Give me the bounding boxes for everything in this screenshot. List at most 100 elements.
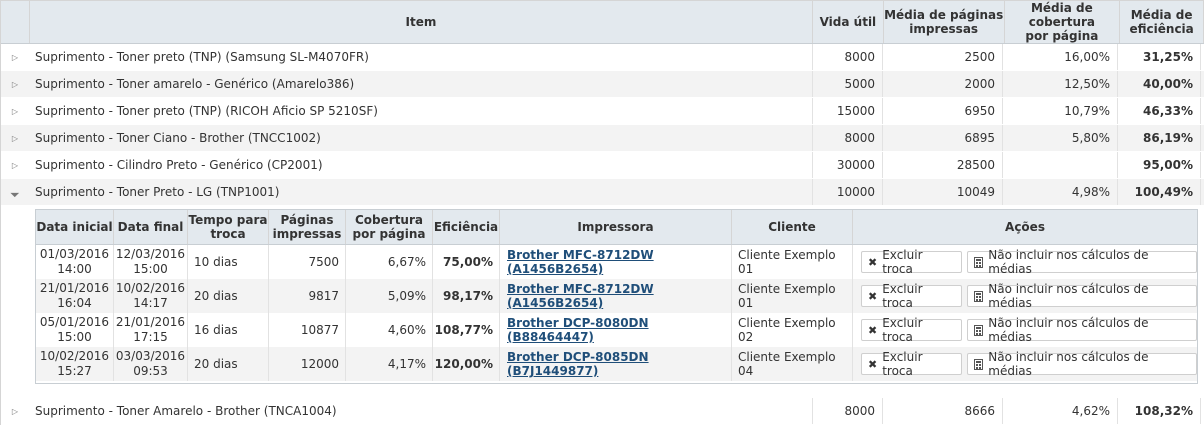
cell-impressora: Brother DCP-8085DN (B7J1449877) <box>500 347 732 381</box>
cell-data-inicial: 05/01/2016 15:00 <box>36 313 114 347</box>
date: 10/02/2016 <box>115 281 186 295</box>
nao-incluir-button[interactable]: Não incluir nos cálculos de médias <box>966 316 1197 344</box>
cell-item: Suprimento - Cilindro Preto - Genérico (… <box>29 152 813 178</box>
cell-acoes: ✖ Excluir troca Não incluir nos cálculos … <box>853 347 1197 381</box>
col-data-final-header[interactable]: Data final <box>114 210 188 244</box>
table-row[interactable]: ▷ Suprimento - Toner amarelo - Genérico … <box>1 71 1204 98</box>
col-paginas-header[interactable]: Páginas impressas <box>269 210 346 244</box>
excluir-troca-button[interactable]: ✖ Excluir troca <box>861 350 962 378</box>
col-item-header[interactable]: Item <box>30 1 813 43</box>
expand-toggle[interactable]: ▷ <box>1 98 29 124</box>
cell-media-eficiencia: 100,49% <box>1118 179 1201 205</box>
time: 15:00 <box>57 330 92 344</box>
cell-paginas: 10877 <box>269 313 346 347</box>
col-impressora-header[interactable]: Impressora <box>500 210 732 244</box>
col-media-eficiencia-header[interactable]: Média de eficiência <box>1120 1 1204 43</box>
col-vida-util-header[interactable]: Vida útil <box>813 1 884 43</box>
cell-paginas: 12000 <box>269 347 346 381</box>
cell-item: Suprimento - Toner preto (TNP) (RICOH Af… <box>29 98 813 124</box>
col-media-cobertura-header[interactable]: Média de cobertura por página <box>1005 1 1121 43</box>
excluir-troca-label: Excluir troca <box>882 316 923 344</box>
col-vida-util-label: Vida útil <box>819 15 877 29</box>
cell-acoes: ✖ Excluir troca Não incluir nos cálculos … <box>853 279 1197 313</box>
col-media-cobertura-label: Média de cobertura por página <box>1005 1 1120 43</box>
cell-vida-util: 8000 <box>813 44 883 70</box>
cell-cobertura: 4,17% <box>346 347 433 381</box>
nao-incluir-button[interactable]: Não incluir nos cálculos de médias <box>966 282 1197 310</box>
cell-vida-util: 10000 <box>813 179 883 205</box>
expand-toggle[interactable]: ▷ <box>1 71 29 97</box>
expand-toggle[interactable]: ▷ <box>1 44 29 70</box>
excluir-troca-button[interactable]: ✖ Excluir troca <box>861 248 962 276</box>
x-icon: ✖ <box>868 289 878 303</box>
expand-toggle[interactable]: ▷ <box>1 398 29 424</box>
cell-data-inicial: 21/01/2016 16:04 <box>36 279 114 313</box>
table-row-expanded[interactable]: ◢ Suprimento - Toner Preto - LG (TNP1001… <box>1 179 1204 206</box>
col-eficiencia-header[interactable]: Eficiência <box>433 210 500 244</box>
table-row[interactable]: ▷ Suprimento - Cilindro Preto - Genérico… <box>1 152 1204 179</box>
col-tempo-troca-header[interactable]: Tempo para troca <box>188 210 269 244</box>
table-row[interactable]: ▷ Suprimento - Toner Amarelo - Brother (… <box>1 398 1204 425</box>
cell-media-eficiencia: 95,00% <box>1118 152 1201 178</box>
impressora-link[interactable]: Brother MFC-8712DW (A1456B2654) <box>507 248 731 276</box>
cell-paginas: 9817 <box>269 279 346 313</box>
impressora-link[interactable]: Brother MFC-8712DW (A1456B2654) <box>507 282 731 310</box>
cell-eficiencia: 98,17% <box>433 279 500 313</box>
cell-media-paginas: 10049 <box>883 179 1003 205</box>
time: 16:04 <box>57 296 92 310</box>
date: 12/03/2016 <box>115 247 186 261</box>
col-media-cobertura-line1: Média de cobertura <box>1028 1 1096 29</box>
impressora-link[interactable]: Brother DCP-8085DN (B7J1449877) <box>507 350 731 378</box>
cell-vida-util: 30000 <box>813 152 883 178</box>
col-data-inicial-header[interactable]: Data inicial <box>36 210 114 244</box>
expand-toggle[interactable]: ▷ <box>1 152 29 178</box>
cell-vida-util: 15000 <box>813 98 883 124</box>
cell-impressora: Brother MFC-8712DW (A1456B2654) <box>500 279 732 313</box>
cell-acoes: ✖ Excluir troca Não incluir nos cálculos … <box>853 313 1197 347</box>
expand-column-header <box>1 1 30 43</box>
collapse-toggle[interactable]: ◢ <box>1 179 29 205</box>
detail-table-row: 21/01/2016 16:04 10/02/2016 14:17 20 dias … <box>36 279 1197 313</box>
caret-right-icon[interactable]: ▷ <box>12 53 18 62</box>
caret-right-icon[interactable]: ▷ <box>12 407 18 416</box>
col-media-eficiencia-line1: Média de <box>1130 8 1193 22</box>
calculator-icon <box>973 324 984 336</box>
col-cliente-header[interactable]: Cliente <box>732 210 853 244</box>
table-row[interactable]: ▷ Suprimento - Toner preto (TNP) (RICOH … <box>1 98 1204 125</box>
caret-down-icon[interactable]: ◢ <box>10 187 21 198</box>
caret-right-icon[interactable]: ▷ <box>12 161 18 170</box>
time: 15:00 <box>133 262 168 276</box>
impressora-link[interactable]: Brother DCP-8080DN (B88464447) <box>507 316 731 344</box>
detail-row: Data inicial Data final Tempo para troca … <box>1 206 1204 396</box>
table-row[interactable]: ▷ Suprimento - Toner Ciano - Brother (TN… <box>1 125 1204 152</box>
cell-cobertura: 4,60% <box>346 313 433 347</box>
calculator-icon <box>973 290 984 302</box>
time: 09:53 <box>133 364 168 378</box>
time: 17:15 <box>133 330 168 344</box>
col-cobertura-header[interactable]: Cobertura por página <box>346 210 433 244</box>
expand-toggle[interactable]: ▷ <box>1 125 29 151</box>
caret-right-icon[interactable]: ▷ <box>12 134 18 143</box>
detail-grid: Data inicial Data final Tempo para troca … <box>35 209 1198 384</box>
cell-tempo: 10 dias <box>188 245 269 279</box>
excluir-troca-button[interactable]: ✖ Excluir troca <box>861 282 962 310</box>
cell-data-final: 12/03/2016 15:00 <box>114 245 188 279</box>
supplies-grid: Item Vida útil Média de páginas impressas… <box>0 0 1204 425</box>
excluir-troca-button[interactable]: ✖ Excluir troca <box>861 316 962 344</box>
cell-media-paginas: 6950 <box>883 98 1003 124</box>
date: 01/03/2016 <box>39 247 110 261</box>
table-row[interactable]: ▷ Suprimento - Toner preto (TNP) (Samsun… <box>1 44 1204 71</box>
cell-media-eficiencia: 86,19% <box>1118 125 1201 151</box>
time: 14:00 <box>57 262 92 276</box>
nao-incluir-label: Não incluir nos cálculos de médias <box>988 316 1149 344</box>
cell-data-final: 10/02/2016 14:17 <box>114 279 188 313</box>
nao-incluir-button[interactable]: Não incluir nos cálculos de médias <box>966 350 1197 378</box>
col-media-paginas-header[interactable]: Média de páginas impressas <box>884 1 1005 43</box>
cell-cliente: Cliente Exemplo 04 <box>732 347 853 381</box>
caret-right-icon[interactable]: ▷ <box>12 107 18 116</box>
caret-right-icon[interactable]: ▷ <box>12 80 18 89</box>
date: 21/01/2016 <box>115 315 186 329</box>
col-cobertura-label: Cobertura por página <box>353 213 426 241</box>
nao-incluir-button[interactable]: Não incluir nos cálculos de médias <box>966 248 1197 276</box>
col-cobertura-line2: por página <box>352 227 426 241</box>
